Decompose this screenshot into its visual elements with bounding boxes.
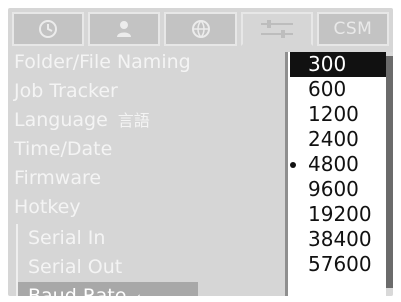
baud-rate-option-label: 38400 (308, 227, 372, 251)
baud-rate-option-label: 1200 (308, 102, 359, 126)
baud-rate-option-label: 600 (308, 77, 347, 101)
menu-item-folder-file-naming[interactable]: Folder/File Naming (14, 48, 294, 77)
submenu-item-label: Serial Out (28, 256, 123, 278)
baud-rate-option[interactable]: 300 (290, 52, 386, 77)
menu-item-label: Firmware (14, 167, 102, 189)
submenu-item-serial-out[interactable]: Serial Out (18, 253, 198, 282)
baud-rate-option-label: 300 (308, 52, 347, 76)
menu-item-label: Time/Date (14, 138, 113, 160)
baud-rate-options: 300 600 1200 2400 4800 9600 19200 38400 57600 (288, 52, 393, 277)
tab-globe[interactable] (164, 12, 237, 46)
submenu-item-baud-rate[interactable]: Baud Rate◢ (18, 282, 198, 296)
menu-item-language[interactable]: Language 言語 (14, 106, 294, 135)
tab-settings[interactable] (240, 12, 313, 46)
baud-rate-option-label: 2400 (308, 127, 359, 151)
baud-rate-option[interactable]: 19200 (290, 202, 386, 227)
clock-icon (37, 18, 59, 40)
settings-menu: Folder/File Naming Job Tracker Language 言… (14, 48, 294, 222)
dropdown-scrollbar[interactable] (386, 52, 393, 296)
baud-rate-dropdown[interactable]: 300 600 1200 2400 4800 9600 19200 38400 57600 (285, 52, 393, 296)
person-icon (113, 18, 135, 40)
menu-item-label: Job Tracker (14, 80, 118, 102)
settings-screen: CSM Folder/File Naming Job Tracker Langu… (8, 8, 393, 296)
tab-bar: CSM (8, 8, 393, 46)
selected-bullet-icon (290, 162, 296, 168)
baud-rate-option[interactable]: 4800 (290, 152, 386, 177)
submenu-item-label: Serial In (28, 227, 106, 249)
scrollbar-thumb[interactable] (386, 56, 393, 288)
menu-item-label: Language (14, 109, 108, 131)
baud-rate-option-label: 4800 (308, 152, 359, 176)
baud-rate-option[interactable]: 1200 (290, 102, 386, 127)
menu-item-firmware[interactable]: Firmware (14, 164, 294, 193)
tab-clock[interactable] (12, 12, 85, 46)
menu-item-time-date[interactable]: Time/Date (14, 135, 294, 164)
expand-arrow-icon: ◢ (130, 291, 139, 296)
tab-csm-label: CSM (333, 19, 373, 39)
submenu-item-serial-in[interactable]: Serial In (18, 224, 198, 253)
tab-person[interactable] (88, 12, 161, 46)
baud-rate-option-label: 57600 (308, 252, 372, 276)
tab-csm[interactable]: CSM (316, 12, 390, 46)
sliders-icon (257, 18, 297, 40)
submenu-item-label: Baud Rate (28, 285, 127, 296)
baud-rate-option-label: 9600 (308, 177, 359, 201)
baud-rate-option[interactable]: 38400 (290, 227, 386, 252)
baud-rate-option[interactable]: 600 (290, 77, 386, 102)
menu-item-label: Hotkey (14, 196, 81, 218)
language-glyph-icon: 言語 (117, 111, 150, 130)
globe-icon (190, 18, 212, 40)
baud-rate-option[interactable]: 9600 (290, 177, 386, 202)
serial-submenu: Serial In Serial Out Baud Rate◢ (16, 224, 198, 296)
baud-rate-option[interactable]: 2400 (290, 127, 386, 152)
menu-item-job-tracker[interactable]: Job Tracker (14, 77, 294, 106)
baud-rate-option[interactable]: 57600 (290, 252, 386, 277)
baud-rate-option-label: 19200 (308, 202, 372, 226)
device-frame: CSM Folder/File Naming Job Tracker Langu… (0, 0, 401, 302)
menu-item-hotkey[interactable]: Hotkey (14, 193, 294, 222)
menu-item-label: Folder/File Naming (14, 51, 191, 73)
